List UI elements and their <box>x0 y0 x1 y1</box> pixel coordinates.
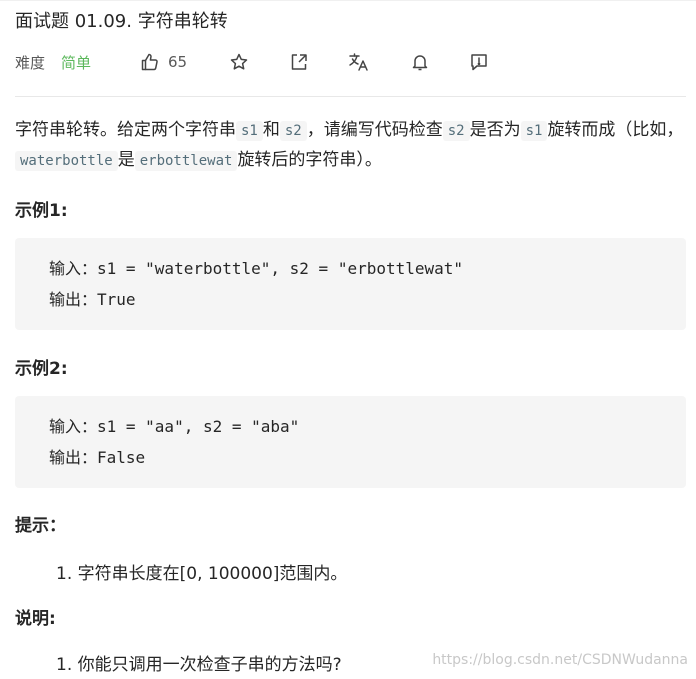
description-text: 字符串轮转。给定两个字符串 <box>15 120 236 140</box>
difficulty-badge: 简单 <box>61 53 92 72</box>
example-2-output: 输出：False <box>49 448 146 467</box>
like-count: 65 <box>168 53 188 71</box>
translate-icon <box>348 52 370 72</box>
inline-code-s2: s2 <box>442 121 470 141</box>
inline-code-example-b: erbottlewat <box>134 151 238 171</box>
description-text: 是 <box>117 150 135 170</box>
subscribe-button[interactable] <box>410 52 430 72</box>
header-divider <box>15 96 686 97</box>
problem-page: 面试题 01.09. 字符串轮转 难度 简单 65 字符串轮转。给定两个字符串 … <box>0 0 696 679</box>
inline-code-s1: s1 <box>236 121 263 141</box>
thumbs-up-icon <box>140 52 160 72</box>
hint-item: 1. 字符串长度在[0, 100000]范围内。 <box>56 564 348 584</box>
share-icon <box>289 52 309 72</box>
translate-button[interactable] <box>348 52 370 72</box>
hints-heading: 提示： <box>15 516 66 536</box>
feedback-button[interactable] <box>469 52 489 72</box>
example-1-heading: 示例1: <box>15 201 68 221</box>
note-item: 1. 你能只调用一次检查子串的方法吗? <box>56 655 342 675</box>
feedback-icon <box>469 52 489 72</box>
favorite-button[interactable] <box>229 52 249 72</box>
share-button[interactable] <box>289 52 309 72</box>
example-1-code-block: 输入：s1 = "waterbottle", s2 = "erbottlewat… <box>15 238 686 330</box>
bell-icon <box>410 52 430 72</box>
watermark: https://blog.csdn.net/CSDNWudanna <box>432 652 688 668</box>
description-text: 旋转后的字符串）。 <box>237 150 382 170</box>
example-2-heading: 示例2: <box>15 359 68 379</box>
description-text: ，请编写代码检查 <box>306 120 443 140</box>
description-text: 和 <box>262 120 280 140</box>
notes-heading: 说明: <box>15 609 56 629</box>
example-1-input: 输入：s1 = "waterbottle", s2 = "erbottlewat… <box>49 259 464 278</box>
description-text: 是否为 <box>469 120 521 140</box>
inline-code-example-a: waterbottle <box>15 151 118 171</box>
inline-code-s1: s1 <box>520 121 548 141</box>
inline-code-s2: s2 <box>279 121 307 141</box>
example-2-input: 输入：s1 = "aa", s2 = "aba" <box>49 417 300 436</box>
description-text: 旋转而成（比如， <box>547 120 684 140</box>
difficulty-label: 难度 <box>15 53 46 72</box>
example-1-output: 输出：True <box>49 290 136 309</box>
star-icon <box>229 52 249 72</box>
problem-description: 字符串轮转。给定两个字符串 s1 和 s2 ，请编写代码检查 s2 是否为 s1 旋转而成（比如… <box>15 116 685 176</box>
page-title: 面试题 01.09. 字符串轮转 <box>15 11 228 32</box>
top-border <box>0 0 696 1</box>
like-button[interactable]: 65 <box>140 52 187 72</box>
example-2-code-block: 输入：s1 = "aa", s2 = "aba" 输出：False <box>15 396 686 488</box>
problem-meta-bar: 难度 简单 65 <box>15 50 487 74</box>
